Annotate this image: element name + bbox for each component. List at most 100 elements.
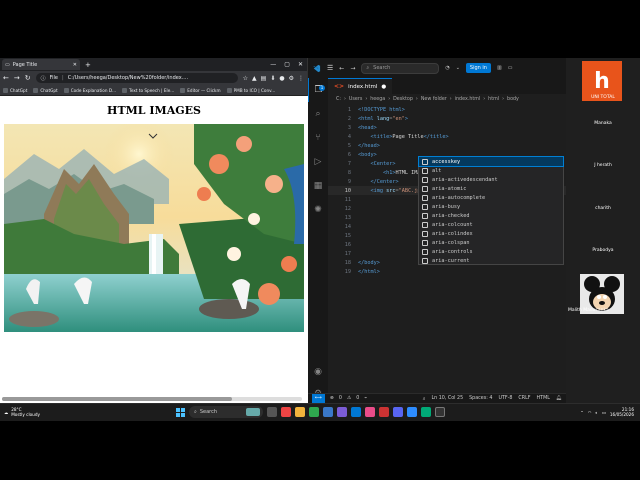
battery-icon[interactable]: ▭ (602, 410, 606, 415)
breadcrumb-item[interactable]: Desktop (393, 97, 413, 102)
error-icon[interactable]: ⊗ (330, 396, 334, 401)
profile-icon[interactable]: ● (279, 75, 284, 82)
forward-icon[interactable]: → (14, 74, 20, 82)
line-ending[interactable]: CRLF (518, 396, 530, 402)
suggestion-item[interactable]: aria-controls (419, 247, 563, 256)
search-icon[interactable]: ⌕ (308, 102, 328, 126)
code-line[interactable]: 3 <head> (328, 123, 566, 132)
extensions-icon[interactable]: ▦ (308, 174, 328, 198)
code-line[interactable]: 19 </html> (328, 267, 566, 276)
chevron-down-icon[interactable]: ⌄ (456, 65, 460, 71)
copilot-icon[interactable]: ◔ (445, 65, 449, 71)
breadcrumb-item[interactable]: New folder (421, 97, 447, 102)
breadcrumb-item[interactable]: C: (336, 97, 341, 102)
forward-icon[interactable]: → (350, 65, 355, 72)
language-mode[interactable]: HTML (537, 396, 550, 402)
remote-indicator[interactable]: ⟷ (312, 393, 325, 404)
browser-tab[interactable]: ▭ Page Title ✕ (2, 59, 80, 70)
code-line[interactable]: 5 </head> (328, 141, 566, 150)
bell-icon[interactable]: 🔔︎ (556, 396, 562, 402)
cursor-position[interactable]: Ln 10, Col 25 (431, 396, 463, 402)
downloads-icon[interactable]: ⬇ (270, 75, 275, 82)
warning-icon[interactable]: ⚠ (347, 396, 351, 401)
run-debug-icon[interactable]: ▷ (308, 150, 328, 174)
bookmark-item[interactable]: ChatGpt (3, 87, 27, 93)
file-explorer-icon[interactable] (295, 407, 305, 417)
layout-icon[interactable]: ▥ (497, 65, 502, 71)
clock[interactable]: 21:16 16/05/2026 (610, 407, 634, 417)
new-tab-button[interactable]: + (85, 61, 91, 69)
bookmark-item[interactable]: PMB to ICO | Conv... (226, 87, 275, 93)
bookmark-item[interactable]: Editor — Clickm (180, 87, 221, 93)
sidebar-icon[interactable]: ▤ (261, 75, 267, 82)
wifi-icon[interactable]: ◠ (588, 410, 592, 415)
chrome-icon[interactable] (309, 407, 319, 417)
suggestion-item[interactable]: aria-colindex (419, 229, 563, 238)
horizontal-scrollbar[interactable] (2, 397, 302, 401)
code-line[interactable]: 4 <title>Page Title</title> (328, 132, 566, 141)
suggestion-item[interactable]: aria-colcount (419, 220, 563, 229)
breadcrumb-item[interactable]: body (507, 97, 519, 102)
bookmark-item[interactable]: ChatGpt (33, 87, 58, 93)
maximize-icon[interactable]: ▢ (284, 61, 290, 68)
account-icon[interactable]: ◉ (308, 360, 328, 384)
app-icon[interactable] (379, 407, 389, 417)
code-line[interactable]: 2 <html lang="en"> (328, 114, 566, 123)
app-icon[interactable] (281, 407, 291, 417)
panel-icon[interactable]: ▭ (508, 65, 513, 71)
star-icon[interactable]: ☆ (243, 75, 248, 82)
suggestion-item[interactable]: accesskey (418, 156, 564, 167)
address-bar[interactable]: ⓘ File | C:/Users/heega/Desktop/New%20fo… (35, 73, 238, 83)
app-icon[interactable] (435, 407, 445, 417)
breadcrumb-item[interactable]: index.html (455, 97, 481, 102)
close-tab-icon[interactable]: ✕ (73, 62, 77, 68)
scrollbar-thumb[interactable] (2, 397, 232, 401)
suggestion-item[interactable]: alt (419, 166, 563, 175)
suggestion-item[interactable]: aria-checked (419, 211, 563, 220)
weather-widget[interactable]: ☁ 28°C Mostly cloudy (4, 407, 40, 417)
volume-icon[interactable]: 🔈︎ (595, 410, 598, 415)
settings-icon[interactable]: ⚙ (289, 75, 294, 82)
sign-in-button[interactable]: Sign in (465, 63, 491, 73)
menu-icon[interactable]: ☰ (327, 64, 333, 72)
indentation[interactable]: Spaces: 4 (469, 396, 492, 402)
back-icon[interactable]: ← (339, 65, 344, 72)
edge-icon[interactable] (323, 407, 333, 417)
app-icon[interactable] (393, 407, 403, 417)
zoom-icon[interactable] (407, 407, 417, 417)
taskbar-search[interactable]: ⌕ Search (189, 406, 263, 418)
reload-icon[interactable]: ↻ (25, 74, 31, 82)
breadcrumb-item[interactable]: Users (349, 97, 362, 102)
tab-index-html[interactable]: <> index.html ● (328, 78, 393, 94)
source-control-icon[interactable]: ⑂ (308, 126, 328, 150)
zoom-icon[interactable]: ⌕ (423, 396, 426, 402)
code-line[interactable]: 1 <!DOCTYPE html> (328, 105, 566, 114)
vscode-icon[interactable] (351, 407, 361, 417)
suggestion-item[interactable]: aria-colspan (419, 238, 563, 247)
suggestion-item[interactable]: aria-atomic (419, 184, 563, 193)
app-icon[interactable] (365, 407, 375, 417)
menu-icon[interactable]: ⋮ (298, 75, 304, 82)
ports-icon[interactable]: ⌁ (364, 396, 367, 401)
explorer-icon[interactable]: ❐ (308, 78, 328, 102)
windows-start-icon[interactable] (176, 407, 185, 417)
app-icon[interactable] (337, 407, 347, 417)
chevron-up-icon[interactable]: ⌃ (580, 410, 584, 415)
back-icon[interactable]: ← (3, 74, 9, 82)
encoding[interactable]: UTF-8 (498, 396, 512, 402)
suggestion-item[interactable]: aria-activedescendant (419, 175, 563, 184)
command-search[interactable]: ⌕ Search (361, 62, 440, 74)
close-window-icon[interactable]: ✕ (298, 61, 303, 68)
suggestion-item[interactable]: aria-current (419, 256, 563, 265)
task-view-icon[interactable] (267, 407, 277, 417)
bookmark-item[interactable]: Text to Speech | Ele... (122, 87, 174, 93)
breadcrumb-item[interactable]: heega (370, 97, 385, 102)
extensions-icon[interactable]: ▲ (252, 75, 257, 82)
breadcrumb-item[interactable]: html (488, 97, 499, 102)
close-icon[interactable]: ● (381, 84, 386, 90)
remote-icon[interactable]: ✺ (308, 198, 328, 222)
bookmark-item[interactable]: Code Explanation D... (63, 87, 116, 93)
app-icon[interactable] (421, 407, 431, 417)
suggestion-item[interactable]: aria-autocomplete (419, 193, 563, 202)
suggestion-item[interactable]: aria-busy (419, 202, 563, 211)
